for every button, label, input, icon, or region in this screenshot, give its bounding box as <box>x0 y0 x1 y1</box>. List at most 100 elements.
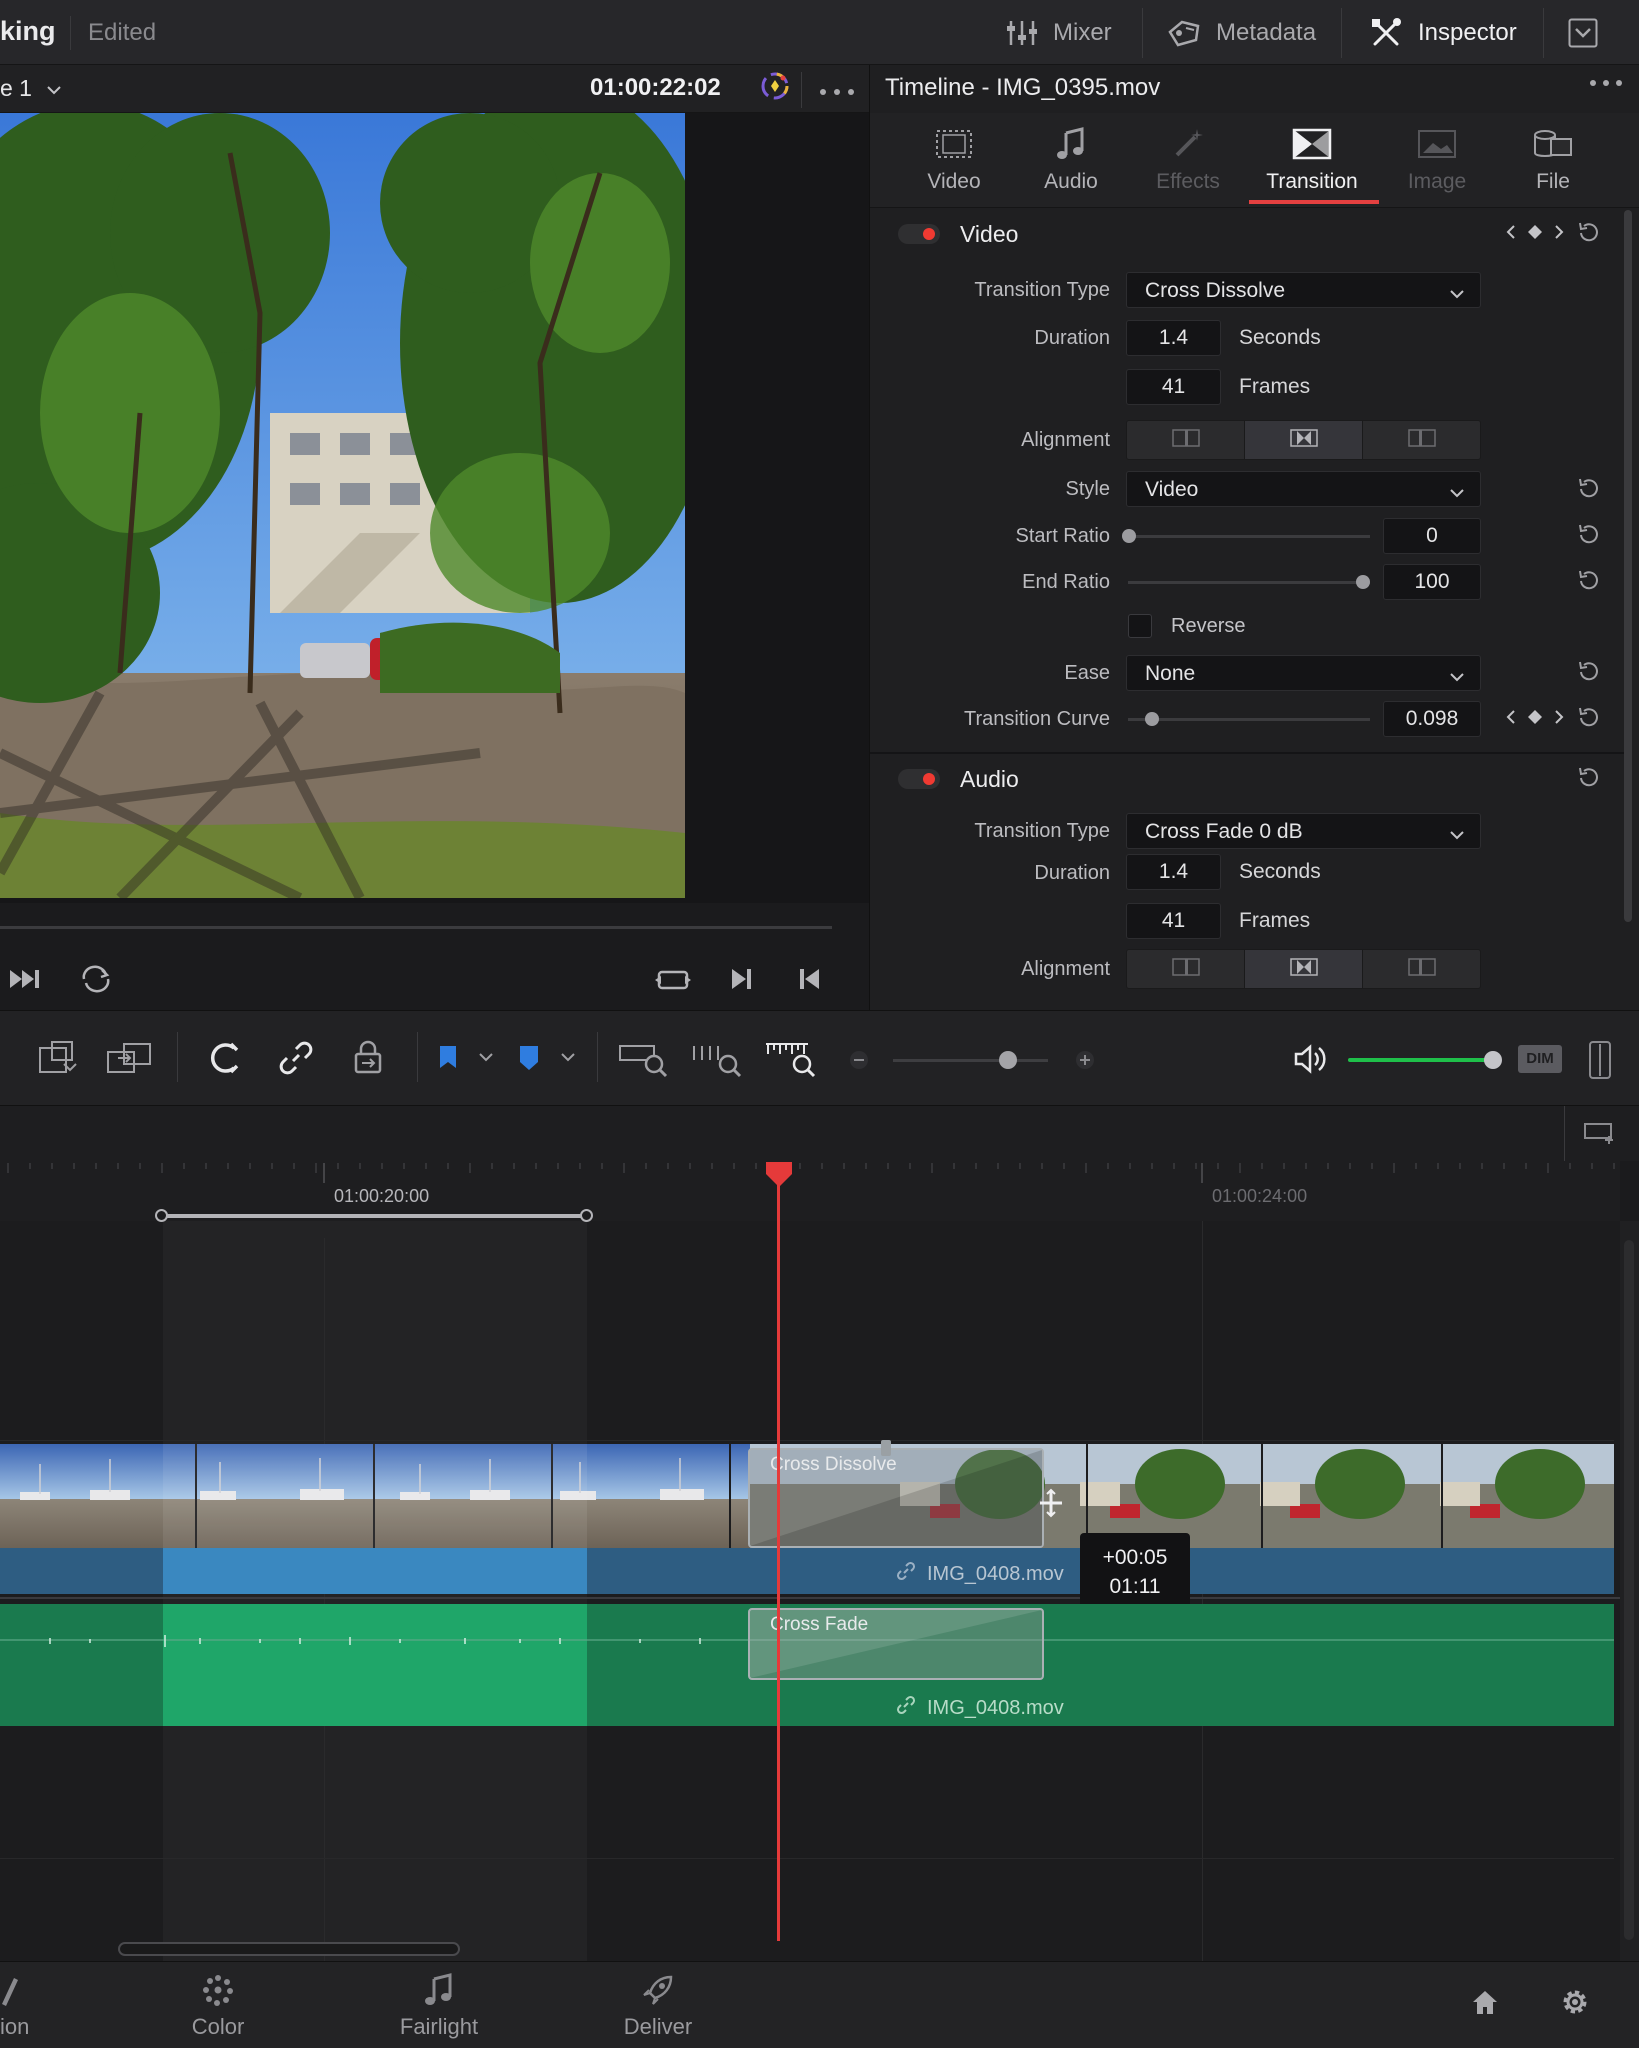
reset-ease-button[interactable] <box>1576 659 1602 690</box>
timeline-select[interactable]: e 1 <box>0 75 62 102</box>
mixer-button[interactable]: Mixer <box>1005 0 1112 65</box>
playhead-handle[interactable] <box>764 1160 794 1193</box>
page-tab-deliver[interactable]: Deliver <box>608 1972 708 2040</box>
transition-curve-slider[interactable] <box>1128 718 1370 721</box>
marker-button[interactable] <box>516 1038 542 1083</box>
zoom-detail-button[interactable] <box>690 1038 744 1083</box>
style-dropdown[interactable]: Video <box>1126 471 1481 507</box>
collapse-panel-button[interactable] <box>1568 18 1598 53</box>
linked-selection-button[interactable] <box>276 1038 316 1083</box>
reset-style-button[interactable] <box>1576 476 1602 507</box>
place-on-top-button[interactable] <box>104 1038 156 1083</box>
zoom-in-button[interactable] <box>1074 1049 1096 1076</box>
tab-audio[interactable]: Audio <box>1016 124 1126 194</box>
volume-slider-knob[interactable] <box>1484 1051 1502 1069</box>
settings-button[interactable] <box>1560 1987 1590 2022</box>
video-duration-seconds-input[interactable]: 1.4 <box>1126 320 1221 356</box>
video-duration-frames-input[interactable]: 41 <box>1126 369 1221 405</box>
reset-start-ratio-button[interactable] <box>1576 522 1602 553</box>
out-point-handle[interactable] <box>580 1209 593 1222</box>
inspector-options-button[interactable] <box>1588 76 1624 94</box>
video-section-toggle[interactable] <box>898 224 940 244</box>
zoom-full-extent-button[interactable] <box>616 1038 670 1083</box>
ease-dropdown[interactable]: None <box>1126 655 1481 691</box>
timeline-ruler[interactable] <box>0 1161 1620 1221</box>
ease-label: Ease <box>1064 662 1110 684</box>
keyframe-nav[interactable] <box>1506 707 1564 732</box>
reset-video-button[interactable] <box>1576 220 1602 251</box>
align-start-option[interactable] <box>1127 950 1245 988</box>
start-ratio-slider[interactable] <box>1128 535 1370 538</box>
page-tab-edit[interactable]: ion <box>0 1972 40 2040</box>
timeline-view-options-button[interactable] <box>1583 1120 1617 1151</box>
align-end-option[interactable] <box>1363 421 1480 459</box>
reset-audio-button[interactable] <box>1576 765 1602 796</box>
playhead[interactable] <box>777 1163 780 1941</box>
film-icon <box>899 124 1009 164</box>
in-point-handle[interactable] <box>155 1209 168 1222</box>
tab-effects[interactable]: Effects <box>1133 124 1243 194</box>
video-alignment-selector[interactable] <box>1126 420 1481 460</box>
end-ratio-input[interactable]: 100 <box>1383 564 1481 600</box>
previous-edit-button[interactable] <box>796 964 824 999</box>
mute-button[interactable] <box>1292 1042 1330 1081</box>
trim-cursor-icon <box>1038 1488 1064 1522</box>
video-transition-type-dropdown[interactable]: Cross Dissolve <box>1126 272 1481 308</box>
chevron-down-icon <box>478 1050 494 1067</box>
metadata-button[interactable]: Metadata <box>1166 0 1316 65</box>
position-lock-button[interactable] <box>348 1038 388 1083</box>
flag-button[interactable] <box>436 1038 460 1083</box>
transition-curve-input[interactable]: 0.098 <box>1383 701 1481 737</box>
timeline-horizontal-scrollbar[interactable] <box>118 1942 460 1956</box>
audio-duration-frames-input[interactable]: 41 <box>1126 903 1221 939</box>
reverse-checkbox[interactable] <box>1128 614 1152 638</box>
volume-slider[interactable] <box>1348 1058 1493 1062</box>
align-center-option[interactable] <box>1245 950 1363 988</box>
audio-transition-type-dropdown[interactable]: Cross Fade 0 dB <box>1126 813 1481 849</box>
audio-meter-toggle[interactable] <box>1588 1040 1612 1085</box>
replace-clip-button[interactable] <box>36 1038 80 1083</box>
home-button[interactable] <box>1470 1987 1500 2022</box>
reset-end-ratio-button[interactable] <box>1576 568 1602 599</box>
tab-video[interactable]: Video <box>899 124 1009 194</box>
end-ratio-slider[interactable] <box>1128 581 1370 584</box>
dim-button[interactable]: DIM <box>1518 1045 1562 1073</box>
reset-curve-button[interactable] <box>1576 705 1602 736</box>
tab-transition[interactable]: Transition <box>1257 124 1367 194</box>
audio-duration-seconds-input[interactable]: 1.4 <box>1126 854 1221 890</box>
jump-end-button[interactable] <box>6 964 46 999</box>
start-ratio-input[interactable]: 0 <box>1383 518 1481 554</box>
viewer-scrubber[interactable] <box>0 926 832 929</box>
next-edit-button[interactable] <box>727 964 755 999</box>
page-tab-color[interactable]: Color <box>178 1972 258 2040</box>
tab-image[interactable]: Image <box>1382 124 1492 194</box>
audio-alignment-selector[interactable] <box>1126 949 1481 989</box>
zoom-custom-button[interactable] <box>764 1038 818 1083</box>
flag-dropdown[interactable] <box>478 1050 494 1068</box>
align-center-option[interactable] <box>1245 421 1363 459</box>
in-out-range-bar[interactable] <box>160 1214 590 1218</box>
align-end-option[interactable] <box>1363 950 1480 988</box>
viewer-options-button[interactable] <box>817 74 857 105</box>
end-ratio-slider-knob[interactable] <box>1356 575 1370 589</box>
loop-button[interactable] <box>76 964 116 999</box>
reset-icon <box>1576 524 1602 552</box>
inspector-button[interactable]: Inspector <box>1370 0 1517 65</box>
match-frame-button[interactable] <box>653 964 693 999</box>
music-note-icon <box>389 1972 489 2008</box>
color-viewer-button[interactable] <box>757 68 793 109</box>
zoom-slider[interactable] <box>893 1059 1048 1062</box>
marker-dropdown[interactable] <box>560 1050 576 1068</box>
zoom-slider-knob[interactable] <box>999 1051 1017 1069</box>
zoom-out-button[interactable] <box>848 1049 870 1076</box>
inspector-scrollbar[interactable] <box>1624 210 1632 922</box>
transition-curve-slider-knob[interactable] <box>1144 712 1159 726</box>
snapping-button[interactable] <box>204 1038 244 1083</box>
tab-file[interactable]: File <box>1498 124 1608 194</box>
start-ratio-slider-knob[interactable] <box>1122 529 1136 543</box>
align-start-option[interactable] <box>1127 421 1245 459</box>
keyframe-nav[interactable] <box>1506 222 1564 247</box>
audio-section-toggle[interactable] <box>898 769 940 789</box>
timeline-vertical-scrollbar[interactable] <box>1624 1240 1634 1940</box>
page-tab-fairlight[interactable]: Fairlight <box>389 1972 489 2040</box>
